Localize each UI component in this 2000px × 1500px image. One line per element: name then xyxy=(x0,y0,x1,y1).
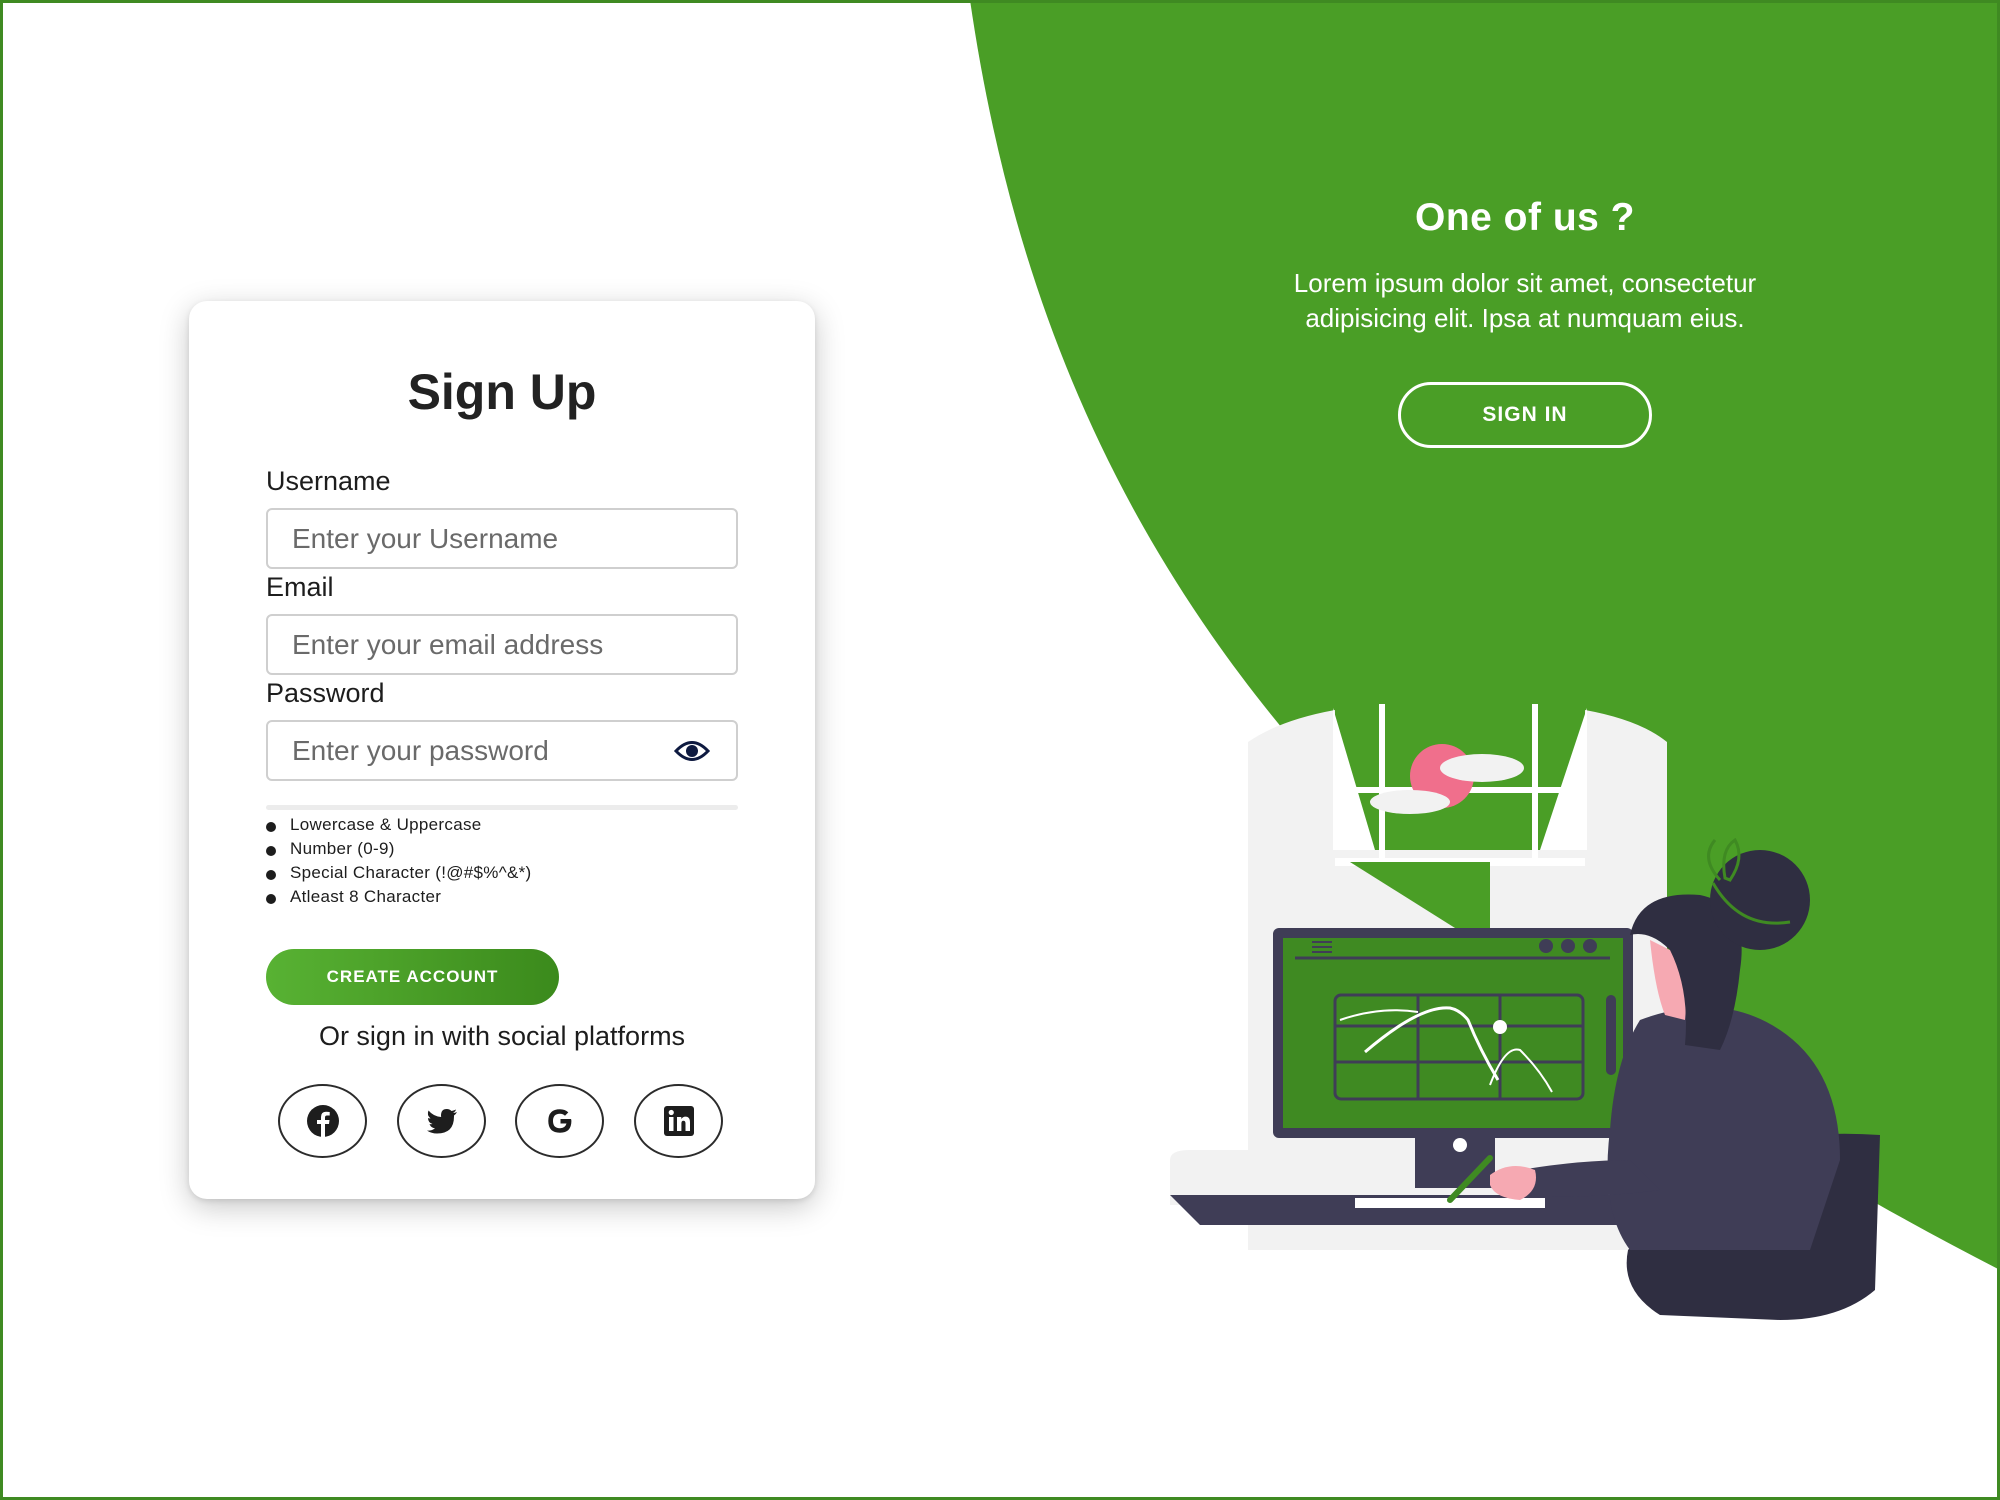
hero-text: Lorem ipsum dolor sit amet, consectetur … xyxy=(1180,266,1870,336)
woman-at-computer-illustration xyxy=(1170,704,1880,1320)
eye-icon[interactable] xyxy=(674,738,710,764)
twitter-icon xyxy=(426,1109,457,1134)
linkedin-button[interactable] xyxy=(634,1084,723,1158)
google-button[interactable] xyxy=(515,1084,604,1158)
facebook-icon xyxy=(306,1105,339,1137)
email-input[interactable] xyxy=(268,616,736,673)
sign-up-card: Sign Up Username Email Password Lowercas… xyxy=(189,301,815,1199)
email-label: Email xyxy=(266,572,334,602)
hero-title: One of us ? xyxy=(1415,196,1635,239)
google-icon xyxy=(547,1109,571,1133)
password-rule-special: Special Character (!@#$%^&*) xyxy=(266,861,532,885)
password-strength-bar xyxy=(266,805,738,810)
username-label: Username xyxy=(266,466,391,496)
email-field-wrapper xyxy=(266,614,738,675)
hero-panel: One of us ? Lorem ipsum dolor sit amet, … xyxy=(1180,196,1870,448)
password-label: Password xyxy=(266,678,385,708)
create-account-button[interactable]: CREATE ACCOUNT xyxy=(266,949,559,1005)
social-sign-in-text: Or sign in with social platforms xyxy=(318,1021,686,1051)
hero-text-line-1: Lorem ipsum dolor sit amet, consectetur xyxy=(1293,268,1757,298)
password-rule-number: Number (0-9) xyxy=(266,837,532,861)
password-rule-length: Atleast 8 Character xyxy=(266,885,532,909)
social-buttons-row xyxy=(278,1084,728,1158)
sign-up-title: Sign Up xyxy=(407,364,597,420)
username-input[interactable] xyxy=(268,510,736,567)
password-input[interactable] xyxy=(268,722,736,779)
linkedin-icon xyxy=(663,1106,694,1136)
password-field-wrapper xyxy=(266,720,738,781)
hero-text-line-2: adipisicing elit. Ipsa at numquam eius. xyxy=(1305,303,1745,333)
facebook-button[interactable] xyxy=(278,1084,367,1158)
sign-in-button[interactable]: SIGN IN xyxy=(1398,382,1652,448)
password-rule-case: Lowercase & Uppercase xyxy=(266,813,532,837)
twitter-button[interactable] xyxy=(397,1084,486,1158)
username-field-wrapper xyxy=(266,508,738,569)
password-rules-list: Lowercase & Uppercase Number (0-9) Speci… xyxy=(266,813,532,909)
